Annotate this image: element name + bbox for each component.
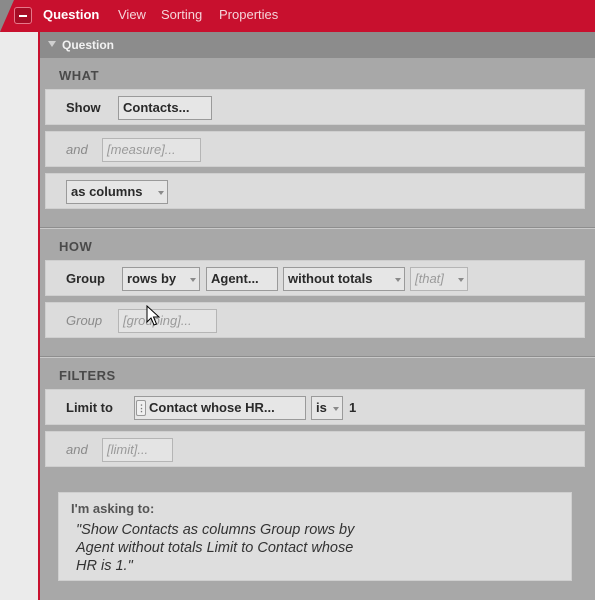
group-mode-dropdown[interactable]: rows by — [122, 267, 200, 291]
limit-field-button[interactable]: ⋮ Contact whose HR... — [134, 396, 306, 420]
chevron-down-icon — [158, 191, 164, 195]
summary-text: "Show Contacts as columns Group rows by … — [76, 522, 355, 574]
left-strip — [0, 32, 38, 600]
question-panel: Question WHAT Show Contacts... and [meas… — [40, 32, 595, 600]
totals-dropdown[interactable]: without totals — [283, 267, 405, 291]
group-by-button[interactable]: Agent... — [206, 267, 278, 291]
limit-label: Limit to — [66, 400, 113, 415]
menu-item-view[interactable]: View — [118, 7, 146, 22]
context-icon: ⋮ — [136, 400, 146, 416]
measure-row: and [measure]... — [45, 131, 585, 167]
group-label: Group — [66, 271, 105, 286]
section-divider — [40, 227, 595, 229]
and-label: and — [66, 142, 88, 157]
limit-row: Limit to ⋮ Contact whose HR... is 1 — [45, 389, 585, 425]
menu-item-question[interactable]: Question — [43, 7, 99, 22]
grouping-button[interactable]: [grouping]... — [118, 309, 217, 333]
mouse-cursor-icon — [146, 305, 160, 326]
layout-row: as columns — [45, 173, 585, 209]
menu-bar: Question View Sorting Properties — [0, 0, 595, 32]
section-divider — [40, 356, 595, 358]
show-row: Show Contacts... — [45, 89, 585, 125]
measure-button[interactable]: [measure]... — [102, 138, 201, 162]
panel-title: Question — [62, 38, 115, 52]
section-filters-label: FILTERS — [59, 368, 116, 383]
chevron-down-icon — [395, 278, 401, 282]
limit-add-row: and [limit]... — [45, 431, 585, 467]
totals-value: without totals — [288, 271, 373, 286]
menu-item-properties[interactable]: Properties — [219, 7, 278, 22]
filter-value[interactable]: 1 — [349, 400, 356, 415]
menu-item-sorting[interactable]: Sorting — [161, 7, 202, 22]
section-how-label: HOW — [59, 239, 93, 254]
layout-value: as columns — [71, 184, 143, 199]
show-entity-button[interactable]: Contacts... — [118, 96, 212, 120]
menubar-notch — [0, 0, 14, 32]
layout-dropdown[interactable]: as columns — [66, 180, 168, 204]
grouping-row: Group [grouping]... — [45, 302, 585, 338]
and-label: and — [66, 442, 88, 457]
group-secondary-label: Group — [66, 313, 103, 328]
show-label: Show — [66, 100, 101, 115]
operator-dropdown[interactable]: is — [311, 396, 343, 420]
that-dropdown[interactable]: [that] — [410, 267, 468, 291]
that-placeholder: [that] — [415, 271, 444, 286]
summary-heading: I'm asking to: — [71, 501, 155, 516]
section-what-label: WHAT — [59, 68, 100, 83]
group-row: Group rows by Agent... without totals [t… — [45, 260, 585, 296]
collapse-icon[interactable] — [14, 7, 32, 24]
group-mode-value: rows by — [127, 271, 177, 286]
operator-value: is — [316, 400, 327, 415]
chevron-down-icon — [333, 407, 339, 411]
collapse-triangle-icon[interactable] — [48, 41, 56, 47]
summary-box: I'm asking to: "Show Contacts as columns… — [58, 492, 572, 581]
limit-field-value: Contact whose HR... — [149, 400, 275, 415]
panel-header[interactable]: Question — [40, 32, 595, 58]
add-limit-button[interactable]: [limit]... — [102, 438, 173, 462]
chevron-down-icon — [190, 278, 196, 282]
chevron-down-icon — [458, 278, 464, 282]
